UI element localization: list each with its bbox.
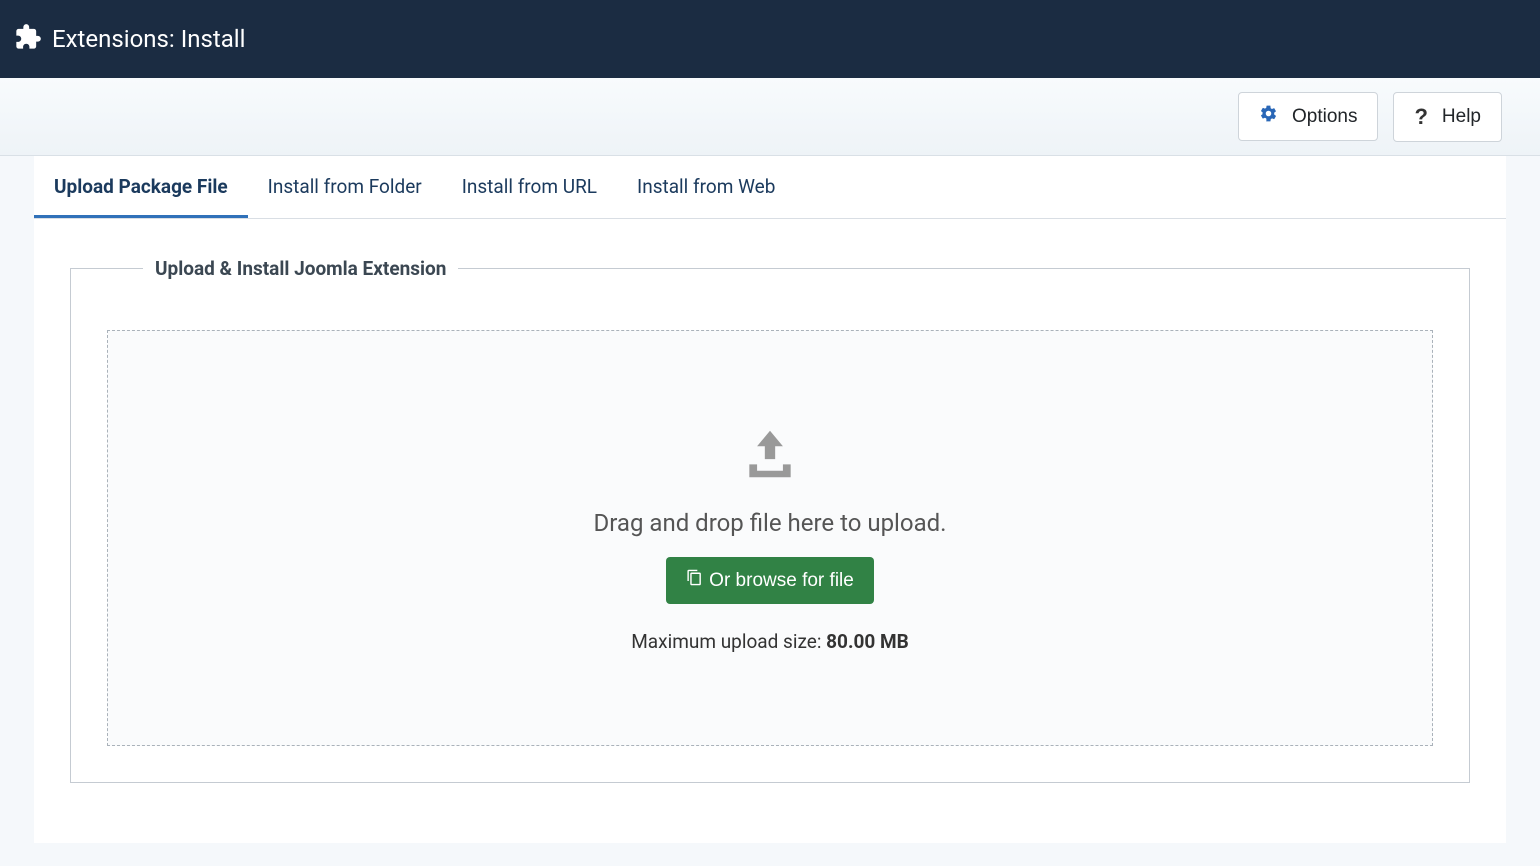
tab-upload-package-file[interactable]: Upload Package File [34,156,248,218]
page-title: Extensions: Install [52,25,245,53]
max-size-label: Maximum upload size: [631,630,826,653]
dropzone[interactable]: Drag and drop file here to upload. Or br… [107,330,1433,746]
puzzle-icon [14,23,52,55]
tab-install-from-web[interactable]: Install from Web [617,156,795,218]
tab-install-from-folder[interactable]: Install from Folder [248,156,442,218]
options-button-label: Options [1292,106,1357,128]
upload-icon [739,423,801,489]
question-icon: ? [1414,104,1427,130]
copy-icon [686,569,703,592]
help-button[interactable]: ? Help [1393,92,1502,142]
options-button[interactable]: Options [1238,92,1378,141]
content-area: Upload Package File Install from Folder … [0,156,1540,843]
tab-install-from-url[interactable]: Install from URL [442,156,617,218]
tab-panel: Upload & Install Joomla Extension Drag a… [34,219,1506,843]
fieldset-legend: Upload & Install Joomla Extension [143,257,458,280]
gear-icon [1259,104,1278,129]
toolbar: Options ? Help [0,78,1540,156]
browse-file-button[interactable]: Or browse for file [666,557,874,604]
tab-bar: Upload Package File Install from Folder … [34,156,1506,219]
help-button-label: Help [1442,106,1481,128]
max-size-value: 80.00 MB [826,630,909,653]
drop-text: Drag and drop file here to upload. [593,509,946,537]
max-upload-size: Maximum upload size: 80.00 MB [631,630,909,653]
browse-file-label: Or browse for file [709,570,854,592]
page-header: Extensions: Install [0,0,1540,78]
upload-fieldset: Upload & Install Joomla Extension Drag a… [70,257,1470,783]
